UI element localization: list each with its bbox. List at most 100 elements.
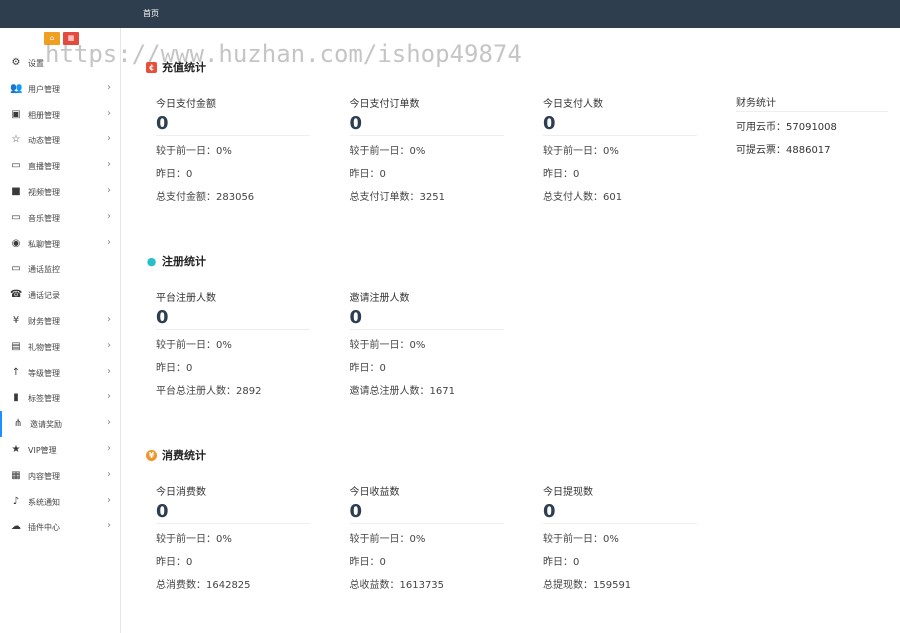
sidebar-item-label: 动态管理 — [28, 136, 60, 146]
sidebar-item[interactable]: ↑ 等级管理 › — [0, 360, 121, 386]
sidebar-item[interactable]: ¥ 财务管理 › — [0, 308, 121, 334]
chevron-right-icon: › — [107, 391, 111, 403]
desktop-icon: ▭ — [11, 211, 21, 223]
stat-compare: 较于前一日：0% — [349, 340, 426, 351]
sidebar-item-label: 内容管理 — [28, 471, 60, 481]
sidebar-item-label: 通话记录 — [28, 291, 60, 301]
stat-divider — [156, 523, 310, 524]
recharge-stat-card: 今日支付订单数 0 较于前一日：0% 昨日：0 总支付订单数：3251 — [349, 95, 504, 203]
stat-total: 总收益数：1613735 — [349, 580, 445, 591]
sidebar-item-label: 标签管理 — [28, 394, 60, 404]
sidebar-item[interactable]: ♪ 系统通知 › — [0, 489, 121, 515]
stat-yesterday: 昨日：0 — [543, 557, 580, 568]
sidebar-item[interactable]: ◉ 私聊管理 › — [0, 231, 121, 257]
stat-yesterday: 昨日：0 — [543, 169, 580, 180]
stat-value: 0 — [349, 307, 363, 328]
sidebar-item[interactable]: ▭ 音乐管理 › — [0, 205, 121, 231]
chevron-right-icon: › — [107, 210, 111, 222]
sidebar-item[interactable]: ★ VIP管理 › — [0, 437, 121, 463]
sidebar-item[interactable]: ▭ 直播管理 › — [0, 153, 121, 179]
phone-icon: ☎ — [10, 289, 23, 301]
chevron-right-icon: › — [107, 365, 111, 377]
sidebar-item[interactable]: ⚙ 设置 — [0, 50, 121, 76]
stat-label: 今日收益数 — [349, 487, 400, 498]
chevron-right-icon: › — [107, 236, 111, 248]
recharge-icon: ¢ — [146, 61, 157, 73]
dashboard-main: ¢ 充值统计 今日支付金额 0 较于前一日：0% 昨日：0 总支付金额：283056 今日… — [121, 28, 900, 633]
consume-stat-card: 今日提现数 0 较于前一日：0% 昨日：0 总提现数：159591 — [543, 483, 697, 591]
nav-home-link[interactable]: 首页 — [143, 8, 159, 19]
stat-divider — [349, 523, 504, 524]
stat-label: 今日支付金额 — [156, 99, 216, 110]
stat-yesterday: 昨日：0 — [156, 363, 193, 374]
sidebar-item[interactable]: ☎ 通话记录 — [0, 282, 121, 308]
sidebar-item-label: VIP管理 — [28, 446, 57, 455]
stat-value: 0 — [156, 307, 169, 328]
sidebar-item-label: 直播管理 — [28, 162, 60, 172]
stat-total: 总支付订单数：3251 — [349, 192, 445, 203]
sidebar-item-label: 视频管理 — [28, 188, 60, 197]
stat-compare: 较于前一日：0% — [156, 146, 232, 157]
stat-label: 今日支付订单数 — [349, 99, 420, 110]
sidebar-item-label: 音乐管理 — [28, 213, 60, 223]
sidebar-item[interactable]: ▦ 内容管理 › — [0, 463, 121, 489]
sidebar-item[interactable]: 👥 用户管理 › — [0, 76, 121, 102]
chevron-right-icon: › — [107, 159, 111, 171]
sitemap-icon: ⋔ — [13, 418, 23, 430]
chevron-right-icon: › — [107, 494, 111, 506]
sidebar-item-label: 通话监控 — [28, 265, 60, 275]
top-bar: 首页 — [0, 0, 900, 28]
stat-yesterday: 昨日：0 — [156, 169, 193, 180]
sidebar-item[interactable]: ▤ 礼物管理 › — [0, 334, 121, 360]
sidebar: ⌂ ▦ ⚙ 设置 👥 用户管理 › ▣ 相册管理 › ☆ 动态管理 › ▭ 直播管理 › ■ 视频管理 › ▭ 音乐… — [0, 28, 121, 633]
consume-stat-card: 今日收益数 0 较于前一日：0% 昨日：0 总收益数：1613735 — [349, 483, 504, 591]
chevron-right-icon: › — [107, 81, 111, 93]
sidebar-item[interactable]: ▭ 通话监控 — [0, 256, 121, 282]
consume-stat-card: 今日消费数 0 较于前一日：0% 昨日：0 总消费数：1642825 — [156, 483, 310, 591]
chevron-right-icon: › — [107, 314, 111, 325]
stat-total: 邀请总注册人数：1671 — [349, 386, 455, 397]
stat-value: 0 — [156, 113, 169, 134]
recharge-stat-card: 今日支付金额 0 较于前一日：0% 昨日：0 总支付金额：283056 — [156, 95, 310, 203]
chevron-right-icon: › — [107, 417, 111, 429]
stat-compare: 较于前一日：0% — [349, 534, 426, 545]
register-stat-card: 平台注册人数 0 较于前一日：0% 昨日：0 平台总注册人数：2892 — [156, 289, 310, 397]
stat-compare: 较于前一日：0% — [156, 340, 232, 351]
yen-circle-icon: ¥ — [146, 449, 157, 461]
stat-divider — [543, 523, 697, 524]
stat-value: 0 — [156, 501, 169, 522]
stat-label: 今日提现数 — [543, 487, 593, 498]
shop-icon[interactable]: ▦ — [63, 32, 79, 45]
sidebar-item[interactable]: ▮ 标签管理 › — [0, 385, 121, 411]
stat-compare: 较于前一日：0% — [156, 534, 232, 545]
sidebar-item[interactable]: ⋔ 邀请奖励 › — [0, 411, 121, 438]
withdrawable-tickets: 可提云票：4886017 — [736, 145, 831, 156]
register-stat-card: 邀请注册人数 0 较于前一日：0% 昨日：0 邀请总注册人数：1671 — [349, 289, 504, 397]
cloud-icon: ☁ — [11, 521, 21, 533]
sidebar-item-label: 邀请奖励 — [30, 420, 62, 430]
sidebar-item[interactable]: ■ 视频管理 › — [0, 179, 121, 205]
bell-icon: ♪ — [12, 495, 20, 507]
star-outline-icon: ☆ — [11, 134, 21, 146]
stat-total: 总提现数：159591 — [543, 580, 632, 591]
stat-divider — [156, 135, 310, 136]
finance-panel: 财务统计 可用云币：57091008 可提云票：4886017 — [736, 94, 888, 156]
quick-actions: ⌂ ▦ — [44, 32, 79, 45]
stat-value: 0 — [349, 501, 363, 522]
yen-icon: ¥ — [12, 315, 20, 326]
stat-compare: 较于前一日：0% — [543, 146, 619, 157]
stat-compare: 较于前一日：0% — [543, 534, 619, 545]
bookmark-icon: ▮ — [13, 392, 19, 404]
chevron-right-icon: › — [107, 468, 111, 480]
sidebar-item[interactable]: ☁ 插件中心 › — [0, 514, 121, 540]
recharge-stat-card: 今日支付人数 0 较于前一日：0% 昨日：0 总支付人数：601 — [543, 95, 697, 203]
stat-label: 今日支付人数 — [543, 99, 603, 110]
sidebar-item-label: 礼物管理 — [28, 342, 60, 352]
sidebar-item[interactable]: ☆ 动态管理 › — [0, 127, 121, 153]
stat-total: 总消费数：1642825 — [156, 580, 251, 591]
gears-icon: ⚙ — [11, 57, 21, 68]
home-icon[interactable]: ⌂ — [44, 32, 60, 45]
stat-label: 今日消费数 — [156, 487, 206, 498]
sidebar-item[interactable]: ▣ 相册管理 › — [0, 102, 121, 128]
monitor-icon: ▭ — [11, 160, 21, 172]
